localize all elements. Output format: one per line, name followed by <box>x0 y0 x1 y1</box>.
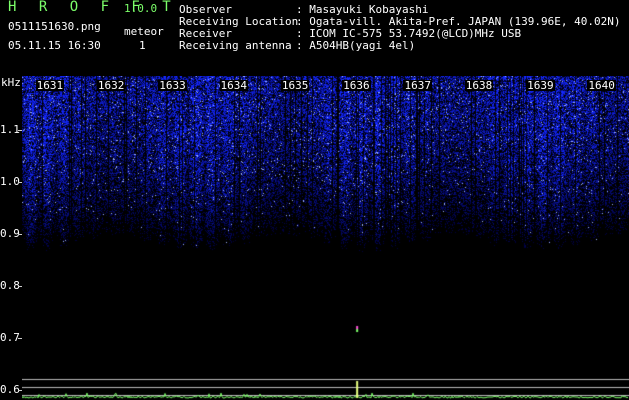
x-tick-label: 1638 <box>464 79 494 92</box>
x-tick-label: 1635 <box>280 79 310 92</box>
y-axis-unit: kHz <box>1 76 21 89</box>
file-name: 0511151630.png <box>8 20 101 33</box>
y-tick-mark <box>18 234 22 236</box>
file-datetime: 05.11.15 16:30 <box>8 39 101 52</box>
x-tick-label: 1640 <box>587 79 616 92</box>
x-tick-label: 1634 <box>219 79 249 92</box>
x-tick-label: 1633 <box>158 79 187 92</box>
y-tick-label: 0.6 <box>0 382 20 396</box>
meteor-count: 1 <box>139 39 146 52</box>
y-tick-mark <box>18 285 22 287</box>
y-tick-mark <box>18 130 22 132</box>
info-value-antenna: : A504HB(yagi 4el) <box>296 39 416 52</box>
x-tick-label: 1631 <box>35 79 65 92</box>
x-tick-label: 1632 <box>96 79 126 92</box>
spectrogram-canvas <box>22 76 629 400</box>
x-tick-label: 1636 <box>342 79 371 92</box>
y-tick-label: 0.8 <box>0 278 20 292</box>
info-key-antenna: Receiving antenna <box>179 39 292 52</box>
x-tick-label: 1639 <box>526 79 555 92</box>
y-tick-mark <box>18 389 22 391</box>
x-tick-label: 1637 <box>403 79 432 92</box>
y-tick-label: 1.1 <box>0 123 20 137</box>
y-tick-label: 0.9 <box>0 227 20 241</box>
y-tick-mark <box>18 337 22 339</box>
y-tick-mark <box>18 182 22 184</box>
app-version: 1.0.0 <box>124 2 158 15</box>
spectrogram <box>22 76 629 400</box>
meteor-label: meteor <box>124 25 164 38</box>
y-tick-label: 0.7 <box>0 330 20 344</box>
header-panel: H R O F F T 1.0.0 0511151630.png meteor … <box>0 0 629 75</box>
y-tick-label: 1.0 <box>0 175 20 189</box>
